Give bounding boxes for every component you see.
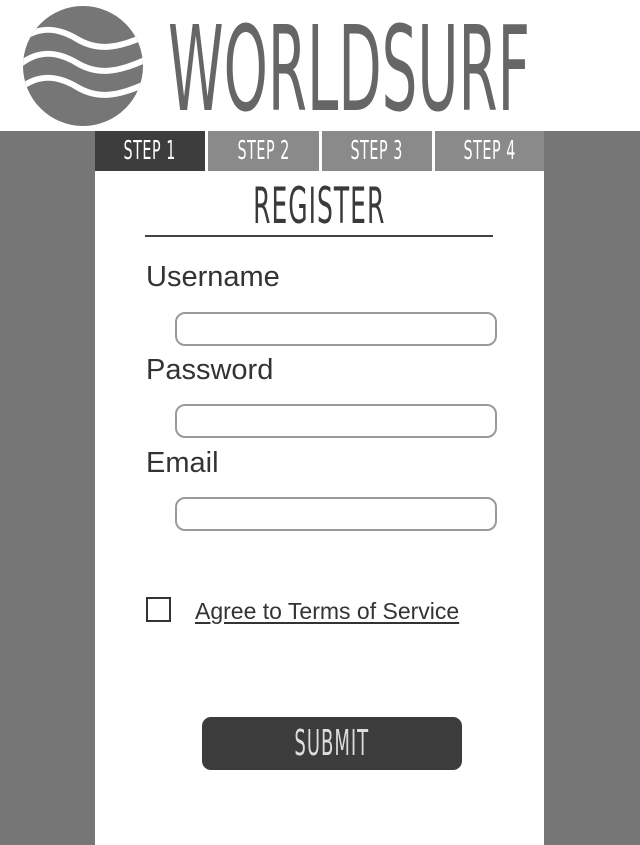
- header: WORLDSURF: [0, 0, 640, 131]
- brand-text: WORLDSURF: [168, 6, 530, 124]
- password-field[interactable]: [175, 404, 497, 438]
- password-label: Password: [146, 354, 274, 386]
- brand-logotype: WORLDSURF: [168, 6, 530, 124]
- tab-step-2-label: STEP 2: [237, 136, 290, 166]
- tab-step-4-label: STEP 4: [463, 136, 516, 166]
- terms-checkbox[interactable]: [146, 597, 171, 622]
- email-label: Email: [146, 447, 219, 479]
- tab-step-1-label: STEP 1: [123, 136, 177, 166]
- step-tabs: STEP 1 STEP 2 STEP 3 STEP 4: [95, 131, 544, 171]
- tab-step-1[interactable]: STEP 1: [95, 131, 205, 171]
- register-panel: REGISTER Username Password Email Agree t…: [95, 171, 544, 845]
- wave-globe-icon: [23, 6, 143, 126]
- email-field[interactable]: [175, 497, 497, 531]
- submit-button[interactable]: SUBMIT: [202, 717, 462, 770]
- page: WORLDSURF STEP 1 STEP 2 STEP 3 STEP 4 RE…: [0, 0, 640, 845]
- left-side-band: [0, 131, 95, 845]
- tab-step-3-label: STEP 3: [350, 136, 404, 166]
- terms-of-service-link[interactable]: Agree to Terms of Service: [195, 598, 459, 625]
- right-side-band: [544, 131, 640, 845]
- page-title: REGISTER: [145, 177, 493, 235]
- tab-step-3[interactable]: STEP 3: [322, 131, 432, 171]
- page-title-text: REGISTER: [252, 177, 386, 235]
- tab-step-4[interactable]: STEP 4: [435, 131, 544, 171]
- tab-step-2[interactable]: STEP 2: [208, 131, 319, 171]
- username-label: Username: [146, 261, 280, 293]
- submit-button-label: SUBMIT: [294, 723, 370, 764]
- username-field[interactable]: [175, 312, 497, 346]
- title-divider: [145, 235, 493, 237]
